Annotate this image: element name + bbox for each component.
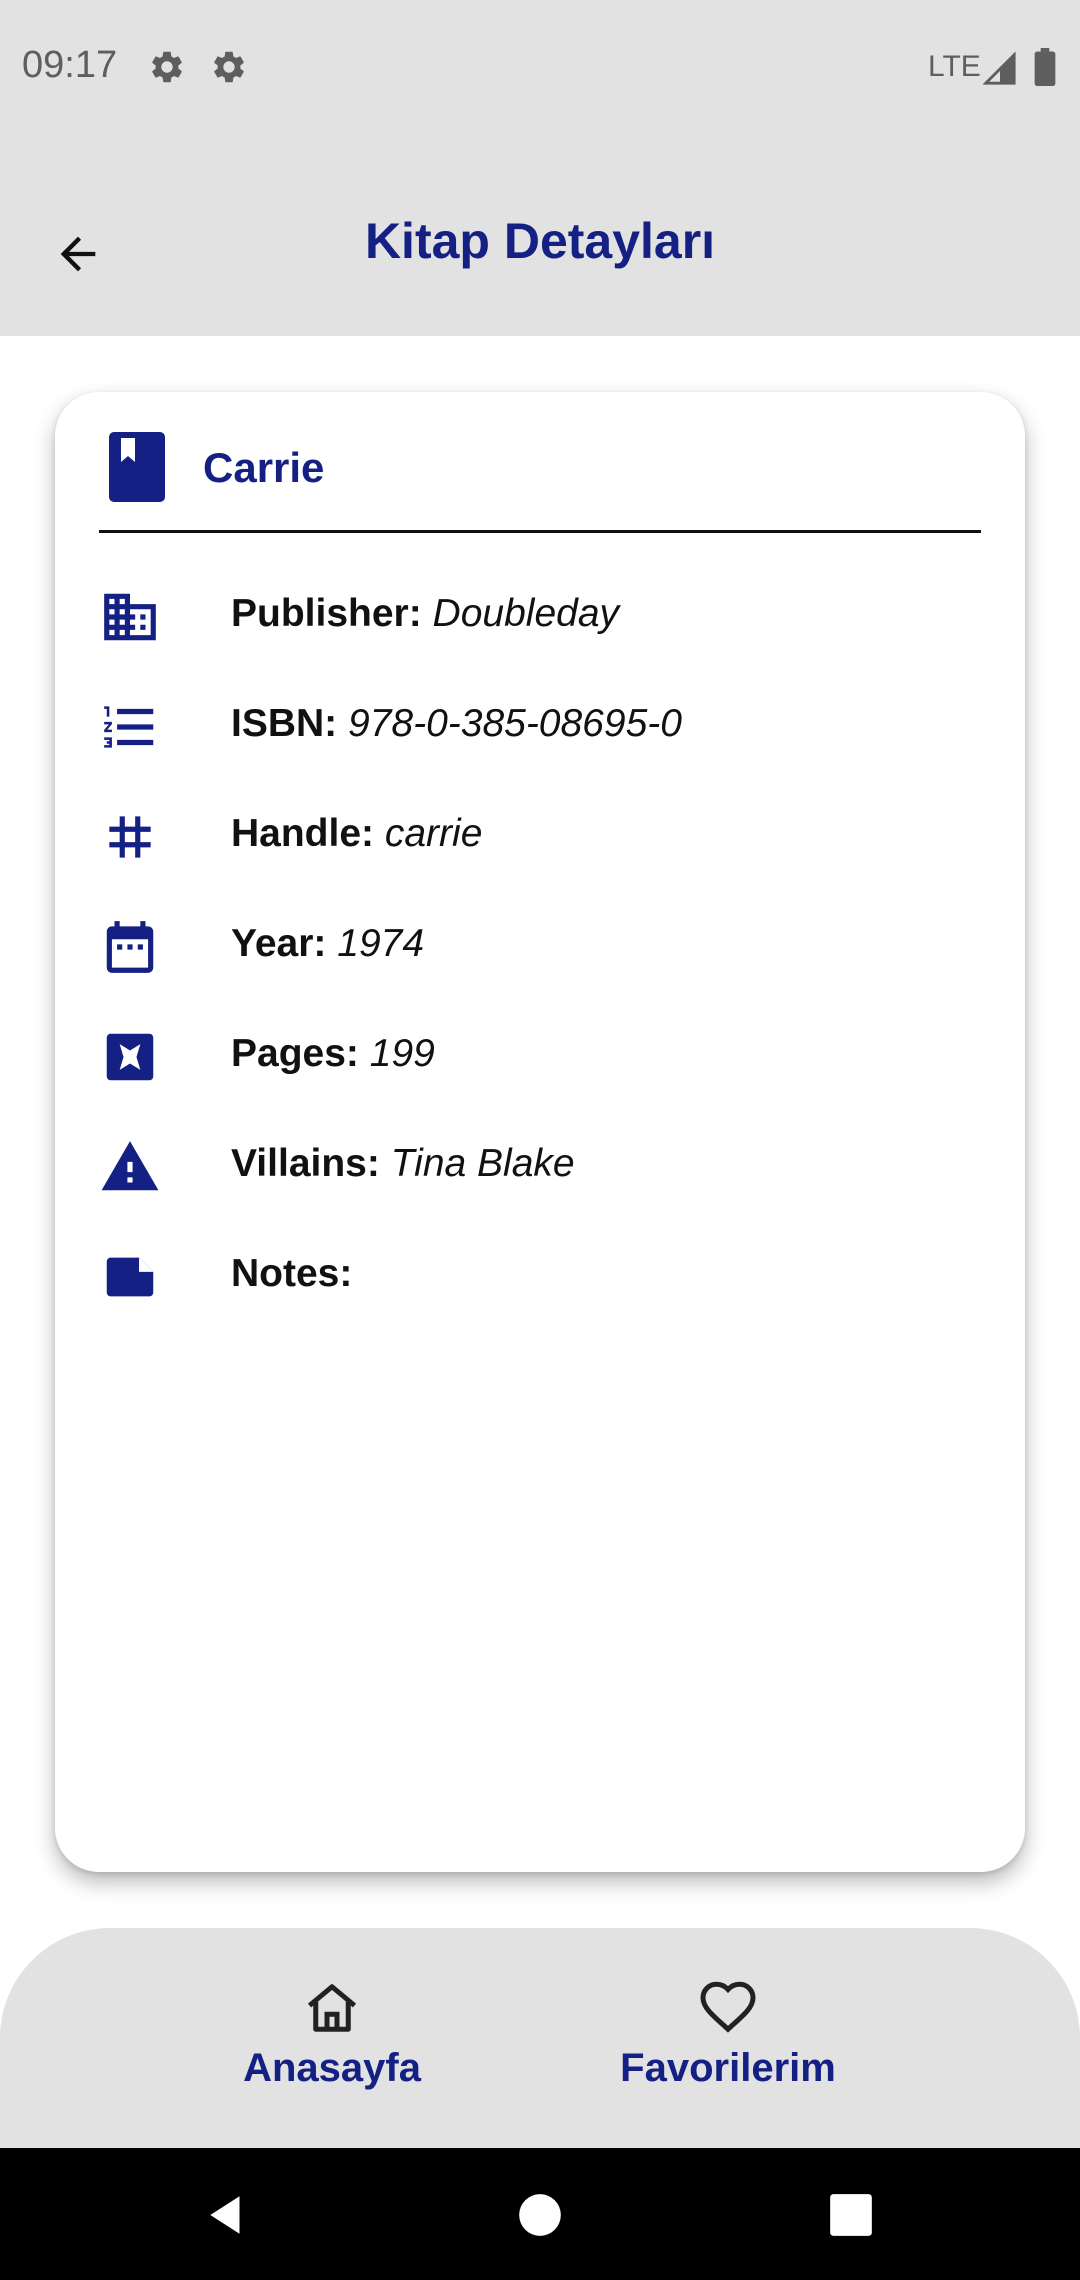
detail-row-handle: Handle: carrie — [99, 802, 979, 872]
battery-icon — [1034, 48, 1056, 86]
nav-item-home[interactable]: Anasayfa — [202, 1978, 462, 2128]
nav-label-favorites: Favorilerim — [620, 2046, 836, 2090]
hashtag-icon — [109, 816, 151, 858]
page-title: Kitap Detayları — [364, 213, 716, 269]
book-title: Carrie — [203, 444, 325, 491]
detail-row-isbn: ISBN: 978-0-385-08695-0 — [99, 692, 979, 762]
warning-icon — [101, 1141, 159, 1191]
nav-label-home: Anasayfa — [243, 2046, 421, 2090]
system-recents-icon[interactable] — [826, 2190, 876, 2240]
status-time: 09:17 — [22, 44, 118, 86]
detail-row-year: Year: 1974 — [99, 912, 979, 982]
book-icon — [109, 432, 165, 502]
detail-label: ISBN: — [231, 702, 338, 745]
detail-value: carrie — [384, 812, 483, 855]
gear-icon — [214, 51, 244, 83]
detail-label: Publisher: — [231, 592, 422, 635]
numbered-list-icon — [104, 706, 154, 748]
gear-icon — [152, 51, 182, 83]
signal-icon — [982, 52, 1016, 85]
detail-row-pages: Pages: 199 — [99, 1022, 979, 1092]
detail-value: Doubleday — [432, 592, 620, 635]
bottom-navigation: Anasayfa Favorilerim — [0, 1928, 1080, 2148]
status-bar: 09:17 LTE — [0, 0, 1080, 136]
detail-label: Pages: — [231, 1032, 359, 1075]
system-home-icon[interactable] — [515, 2190, 565, 2240]
detail-value: 199 — [369, 1032, 435, 1075]
nav-item-favorites[interactable]: Favorilerim — [598, 1978, 858, 2128]
calendar-icon — [106, 921, 154, 973]
detail-value: 1974 — [337, 922, 425, 965]
building-icon — [104, 593, 156, 641]
detail-label: Villains: — [231, 1142, 380, 1185]
heart-icon — [700, 1981, 756, 2033]
detail-row-publisher: Publisher: Doubleday — [99, 582, 979, 652]
detail-value: Tina Blake — [390, 1142, 575, 1185]
detail-row-villains: Villains: Tina Blake — [99, 1132, 979, 1202]
detail-label: Notes: — [231, 1252, 353, 1295]
detail-label: Handle: — [231, 812, 375, 855]
detail-value: 978-0-385-08695-0 — [348, 702, 682, 745]
note-icon — [106, 1257, 154, 1297]
app-bar: Kitap Detayları — [0, 136, 1080, 336]
detail-label: Year: — [231, 922, 327, 965]
book-detail-card: Carrie Publisher: Doubleday ISBN: 978-0-… — [55, 392, 1025, 1872]
pages-icon — [106, 1033, 154, 1081]
system-back-icon[interactable] — [202, 2190, 252, 2240]
home-icon — [307, 1984, 357, 2032]
book-header: Carrie — [99, 432, 981, 533]
network-type: LTE — [928, 50, 981, 83]
system-navigation-bar — [0, 2148, 1080, 2280]
detail-row-notes: Notes: — [99, 1242, 979, 1312]
